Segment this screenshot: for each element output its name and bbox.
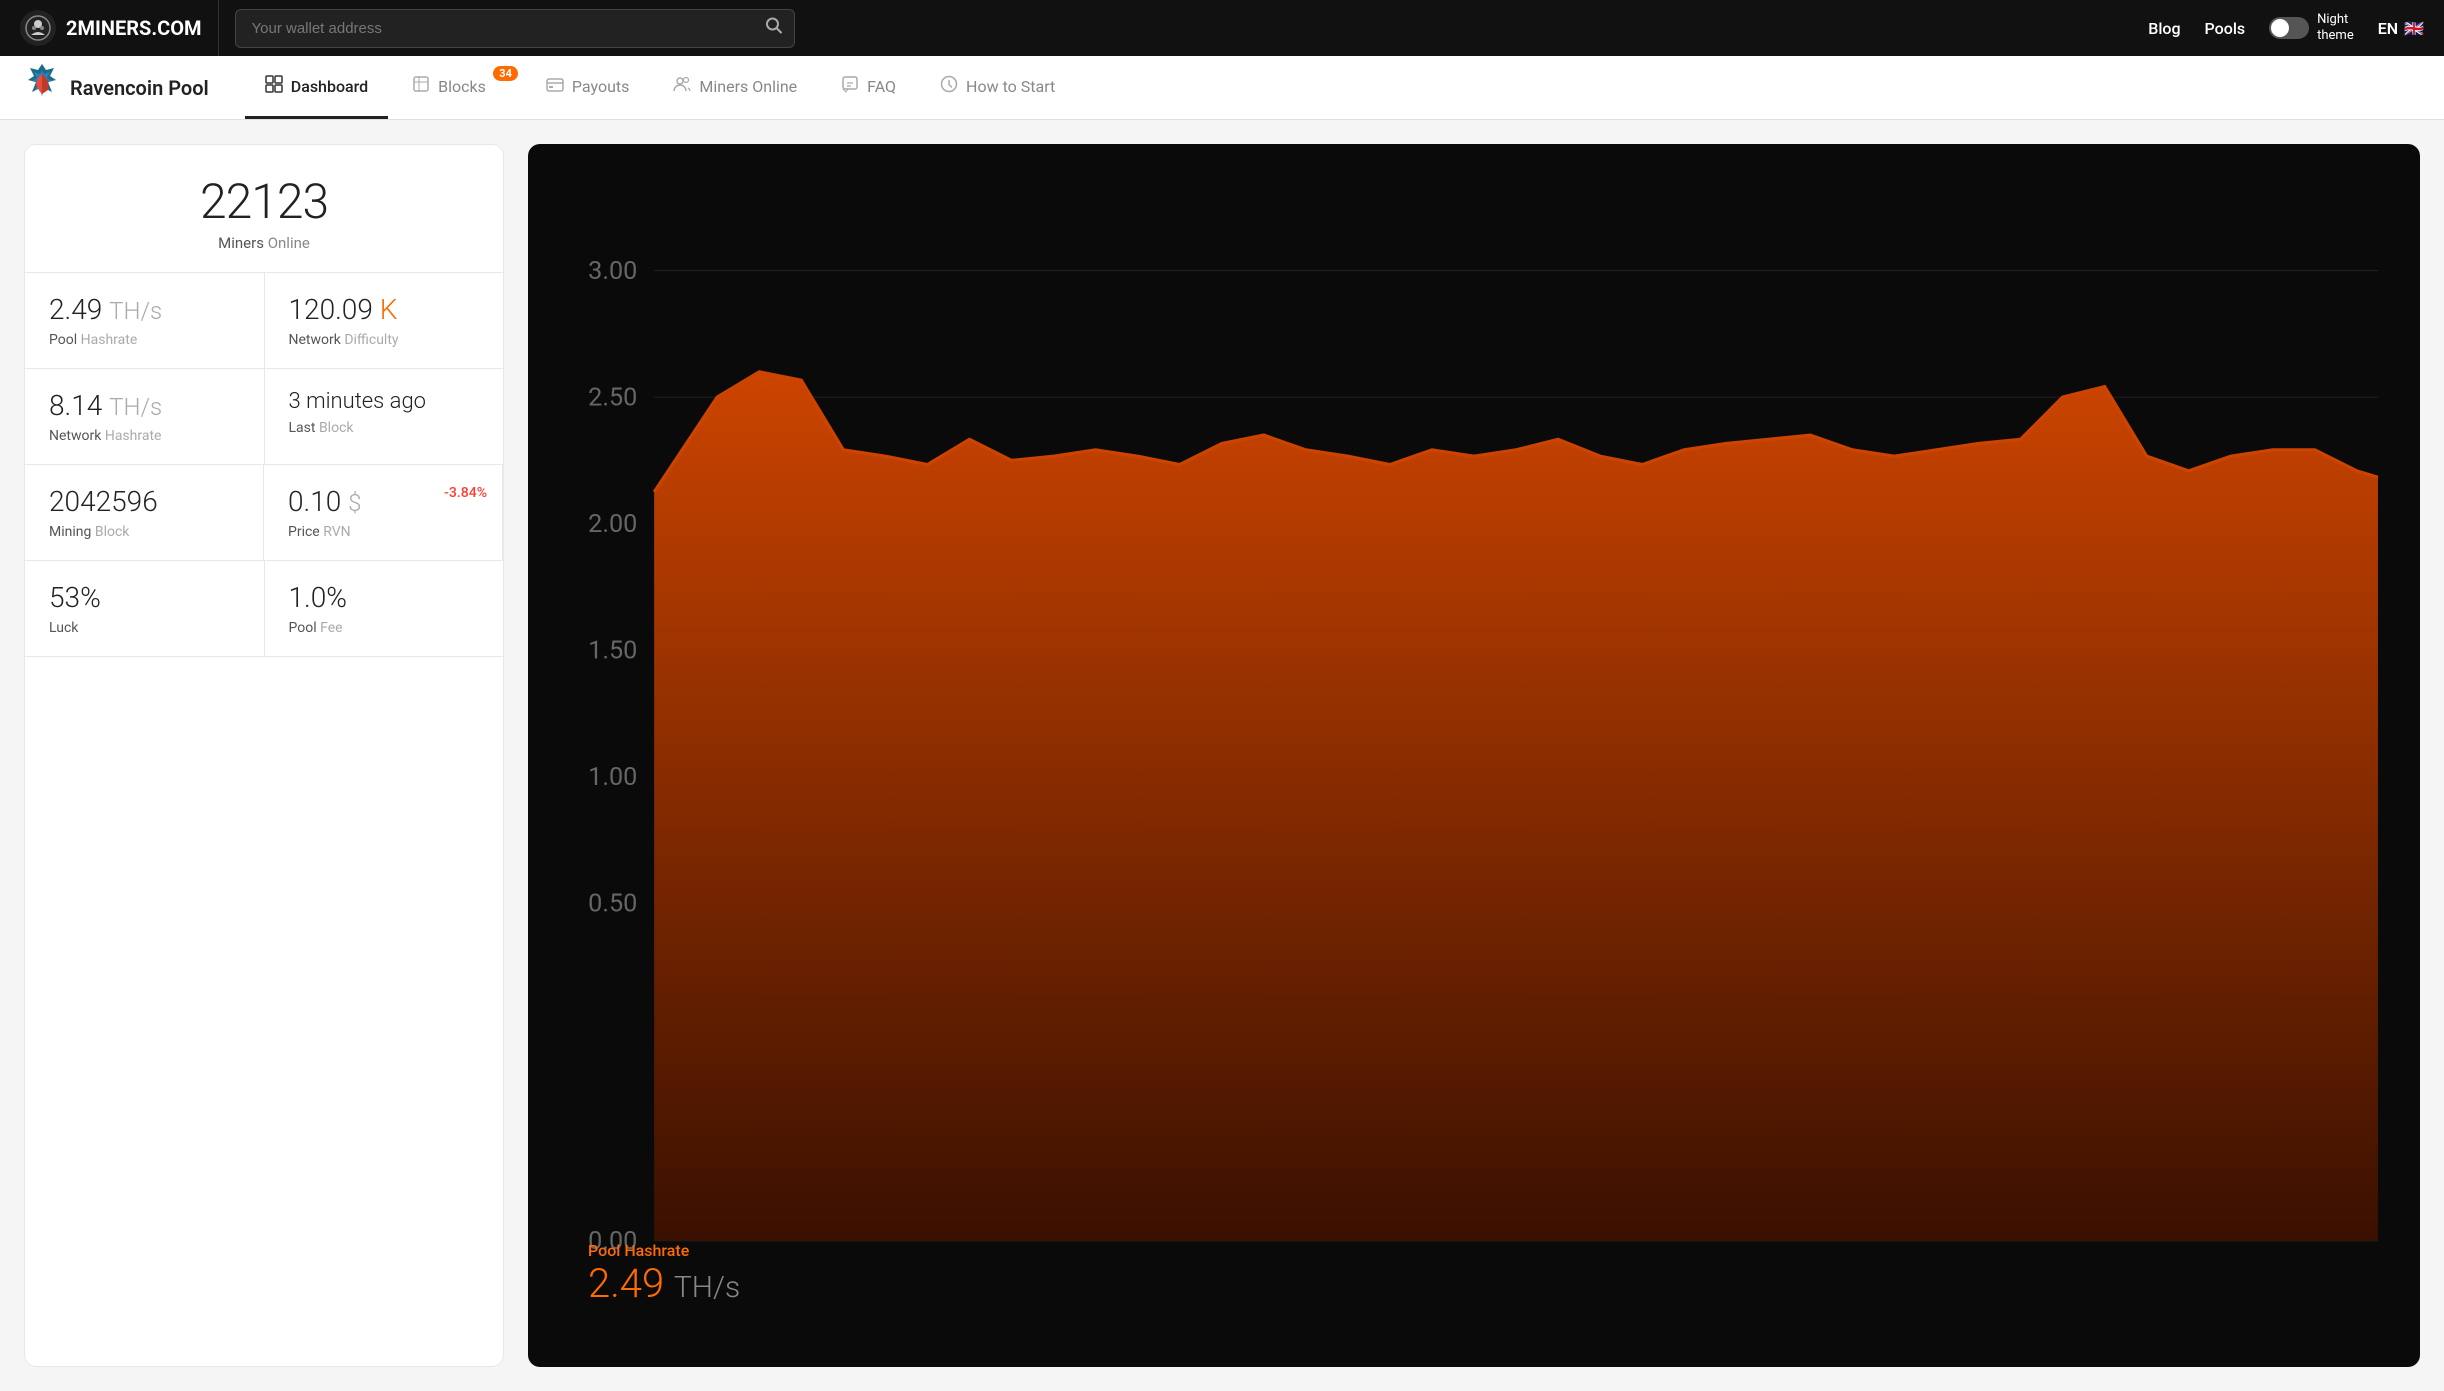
chart-hashrate-title: Pool Hashrate (588, 1241, 740, 1260)
search-area (235, 9, 795, 48)
pool-fee-value: 1.0% (289, 581, 480, 614)
tab-miners-online[interactable]: Miners Online (653, 56, 817, 119)
chart-area: 3.00 2.50 2.00 1.50 1.00 0.50 0.00 Pool … (528, 144, 2420, 1367)
faq-icon (841, 75, 859, 98)
search-button[interactable] (765, 17, 783, 40)
night-theme-toggle-area: Nighttheme (2269, 12, 2354, 43)
pool-brand: Ravencoin Pool (24, 62, 209, 114)
luck-value: 53% (49, 581, 240, 614)
top-navbar: 2MINERS.COM Blog Pools Nighttheme EN 🇬🇧 (0, 0, 2444, 56)
blocks-icon (412, 75, 430, 98)
tab-payouts-label: Payouts (572, 77, 629, 96)
hashrate-difficulty-row: 2.49 TH/s Pool Hashrate 120.09 K Network… (25, 273, 503, 369)
price-cell: 0.10 $ Price RVN (264, 465, 503, 560)
mining-block-value: 2042596 (49, 485, 239, 518)
sub-navbar: Ravencoin Pool Dashboard Blocks 34 (0, 56, 2444, 120)
main-content: 22123 Miners Online 2.49 TH/s Pool Hashr… (0, 120, 2444, 1391)
last-block-value: 3 minutes ago (289, 389, 480, 414)
tab-faq-label: FAQ (867, 77, 896, 96)
pools-link[interactable]: Pools (2205, 19, 2246, 38)
tab-dashboard[interactable]: Dashboard (245, 56, 388, 119)
price-label: Price RVN (288, 524, 478, 540)
network-hashrate-cell: 8.14 TH/s Network Hashrate (25, 369, 265, 464)
dashboard-icon (265, 75, 283, 98)
svg-text:1.50: 1.50 (588, 637, 637, 666)
tab-miners-online-label: Miners Online (699, 77, 797, 96)
night-theme-label: Nighttheme (2317, 12, 2354, 43)
payouts-icon (546, 75, 564, 98)
pool-name: Ravencoin Pool (70, 76, 209, 100)
raven-icon (24, 62, 60, 114)
stats-panel: 22123 Miners Online 2.49 TH/s Pool Hashr… (24, 144, 504, 1367)
blocks-badge: 34 (493, 66, 518, 81)
tab-how-to-start-label: How to Start (966, 77, 1055, 96)
night-theme-toggle[interactable] (2269, 17, 2309, 39)
miners-label: Miners Online (49, 234, 479, 252)
luck-cell: 53% Luck (25, 561, 265, 656)
mining-block-label: Mining Block (49, 524, 239, 540)
svg-text:3.00: 3.00 (588, 257, 637, 286)
svg-text:1.00: 1.00 (588, 763, 637, 792)
logo-icon (20, 10, 56, 46)
miners-online-text: Online (268, 234, 310, 252)
tab-faq[interactable]: FAQ (821, 56, 916, 119)
luck-fee-row: 53% Luck 1.0% Pool Fee (25, 561, 503, 657)
luck-label: Luck (49, 620, 240, 636)
tab-dashboard-label: Dashboard (291, 77, 368, 96)
network-difficulty-cell: 120.09 K Network Difficulty (265, 273, 504, 368)
chart-hashrate-value: 2.49 TH/s (588, 1260, 740, 1307)
network-difficulty-label: Network Difficulty (289, 332, 480, 348)
hashrate-chart: 3.00 2.50 2.00 1.50 1.00 0.50 0.00 (528, 144, 2420, 1367)
miners-icon (673, 75, 691, 98)
chart-overlay-label: Pool Hashrate 2.49 TH/s (588, 1241, 740, 1307)
miners-text: Miners (218, 234, 264, 252)
network-hashrate-label: Network Hashrate (49, 428, 240, 444)
nav-right: Blog Pools Nighttheme EN 🇬🇧 (2148, 12, 2424, 43)
network-difficulty-value: 120.09 K (289, 293, 480, 326)
pool-hashrate-cell: 2.49 TH/s Pool Hashrate (25, 273, 265, 368)
svg-text:0.50: 0.50 (588, 890, 637, 919)
pool-hashrate-value: 2.49 TH/s (49, 293, 240, 326)
svg-text:2.50: 2.50 (588, 383, 637, 412)
wallet-search-input[interactable] (235, 9, 795, 48)
pool-fee-cell: 1.0% Pool Fee (265, 561, 504, 656)
blog-link[interactable]: Blog (2148, 19, 2180, 38)
logo-text: 2MINERS.COM (66, 16, 202, 40)
lang-label: EN (2378, 19, 2398, 38)
language-selector[interactable]: EN 🇬🇧 (2378, 19, 2424, 38)
network-hashrate-lastblock-row: 8.14 TH/s Network Hashrate 3 minutes ago… (25, 369, 503, 465)
mining-block-price-row: 2042596 Mining Block 0.10 $ Price RVN -3… (25, 465, 503, 561)
pool-hashrate-label: Pool Hashrate (49, 332, 240, 348)
miners-online-section: 22123 Miners Online (25, 145, 503, 273)
last-block-label: Last Block (289, 420, 480, 436)
flag-icon: 🇬🇧 (2404, 19, 2424, 38)
logo-area: 2MINERS.COM (20, 0, 219, 56)
tab-blocks-label: Blocks (438, 77, 486, 96)
tab-payouts[interactable]: Payouts (526, 56, 649, 119)
miners-count: 22123 (49, 173, 479, 230)
pool-fee-label: Pool Fee (289, 620, 480, 636)
tab-how-to-start[interactable]: How to Start (920, 56, 1075, 119)
svg-text:2.00: 2.00 (588, 510, 637, 539)
last-block-cell: 3 minutes ago Last Block (265, 369, 504, 464)
how-to-start-icon (940, 75, 958, 98)
tab-blocks[interactable]: Blocks 34 (392, 56, 522, 119)
network-hashrate-value: 8.14 TH/s (49, 389, 240, 422)
mining-block-cell: 2042596 Mining Block (25, 465, 264, 560)
price-change: -3.84% (444, 485, 487, 501)
